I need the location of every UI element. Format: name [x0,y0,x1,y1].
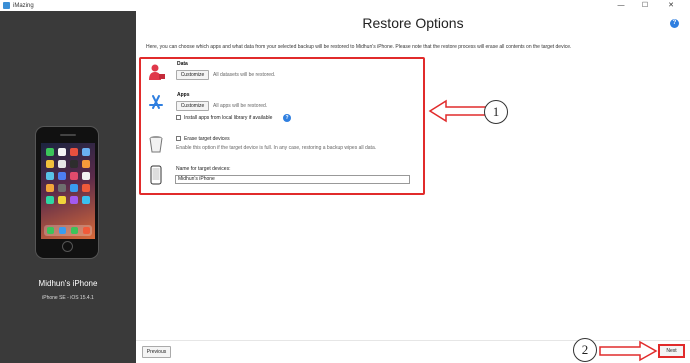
app-grid [41,143,95,209]
phone-dock [44,225,92,236]
apps-label: Apps [177,92,190,98]
close-button[interactable]: ✕ [662,0,680,11]
iphone-icon [150,165,162,185]
title-bar: iMazing [0,0,690,11]
callout-arrow-2 [599,340,658,362]
device-model: iPhone SE - iOS 15.4.1 [42,295,94,301]
minimize-button[interactable]: — [612,0,630,11]
next-button[interactable]: Next [658,344,685,358]
data-status: All datasets will be restored. [213,72,276,78]
imazing-app-icon [3,2,10,9]
callout-number-2: 2 [573,338,597,362]
iphone-image [35,126,99,259]
previous-button[interactable]: Previous [142,346,171,358]
phone-speaker [60,134,76,136]
name-label: Name for target devices: [176,166,231,172]
device-name: Midhun's iPhone [38,279,98,288]
local-library-checkbox[interactable] [176,115,181,120]
apps-customize-button[interactable]: Customize [176,101,209,111]
intro-text: Here, you can choose which apps and what… [146,44,572,50]
home-button [62,241,73,252]
trash-icon [149,136,163,153]
apps-status: All apps will be restored. [213,103,268,109]
data-icon [149,64,165,80]
help-icon[interactable]: ? [670,19,679,28]
callout-number-1: 1 [484,100,508,124]
maximize-button[interactable]: ☐ [636,0,654,11]
local-library-label: Install apps from local library if avail… [184,115,273,121]
imazing-window: iMazing — ☐ ✕ Midhun's iPhone iPhone SE … [0,0,690,363]
window-title: iMazing [13,2,34,9]
page-title: Restore Options [362,15,464,31]
info-icon[interactable]: ? [283,114,291,122]
device-name-input[interactable]: Midhun's iPhone [175,175,410,184]
app-store-icon [149,95,163,109]
erase-checkbox[interactable] [176,136,181,141]
callout-arrow-1 [428,99,487,123]
phone-screen [41,143,95,239]
erase-label: Erase target devices [184,136,230,142]
erase-description: Enable this option if the target device … [176,145,377,151]
device-sidebar: Midhun's iPhone iPhone SE - iOS 15.4.1 [0,11,136,363]
data-label: Data [177,61,188,67]
data-customize-button[interactable]: Customize [176,70,209,80]
